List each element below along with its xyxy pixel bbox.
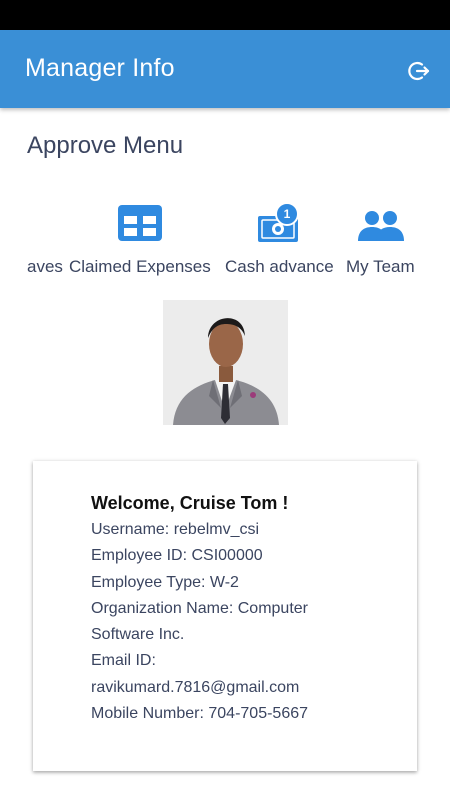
approve-menu-title: Approve Menu xyxy=(27,132,184,159)
username-text: Username: rebelmv_csi xyxy=(91,521,260,538)
expenses-icon xyxy=(117,204,163,247)
employee-id-text: Employee ID: CSI00000 xyxy=(91,547,263,565)
menu-item-my-team[interactable]: My Team xyxy=(345,196,423,282)
mobile-number-text: Mobile Number: 704-705-5667 xyxy=(91,705,309,723)
menu-item-cash-advance[interactable]: 1 Cash advance xyxy=(224,196,336,282)
profile-photo xyxy=(163,300,288,425)
email-value: ravikumard.7816@gmail.com xyxy=(91,678,300,696)
app-bar: Manager Info xyxy=(0,30,450,108)
menu-item-claimed-expenses[interactable]: Claimed Expenses xyxy=(68,196,213,282)
profile-card: Welcome, Cruise Tom ! Username: rebelmv_… xyxy=(33,461,417,771)
menu-item-claimed-expenses-label: Claimed Expenses xyxy=(69,257,211,276)
organization-name-continued: Software Inc. xyxy=(91,626,185,644)
email-label: Email ID: xyxy=(91,652,156,670)
approve-menu-strip[interactable]: aves Claimed Expenses 1 Cash advance My … xyxy=(27,196,450,286)
profile-details: Welcome, Cruise Tom ! Username: rebelmv_… xyxy=(91,489,391,727)
menu-item-my-team-label: My Team xyxy=(346,257,415,276)
menu-item-leaves[interactable]: aves xyxy=(27,196,63,282)
welcome-text: Welcome, Cruise Tom ! xyxy=(91,493,289,513)
menu-item-cash-advance-label: Cash advance xyxy=(225,257,334,276)
logout-icon[interactable] xyxy=(408,59,432,83)
organization-name-text: Organization Name: Computer xyxy=(91,599,308,617)
cash-advance-badge: 1 xyxy=(275,202,299,226)
page-title: Manager Info xyxy=(25,54,175,82)
menu-item-leaves-label: aves xyxy=(27,257,63,276)
employee-type-text: Employee Type: W-2 xyxy=(91,573,239,591)
status-bar xyxy=(0,0,450,30)
team-icon xyxy=(357,210,405,247)
